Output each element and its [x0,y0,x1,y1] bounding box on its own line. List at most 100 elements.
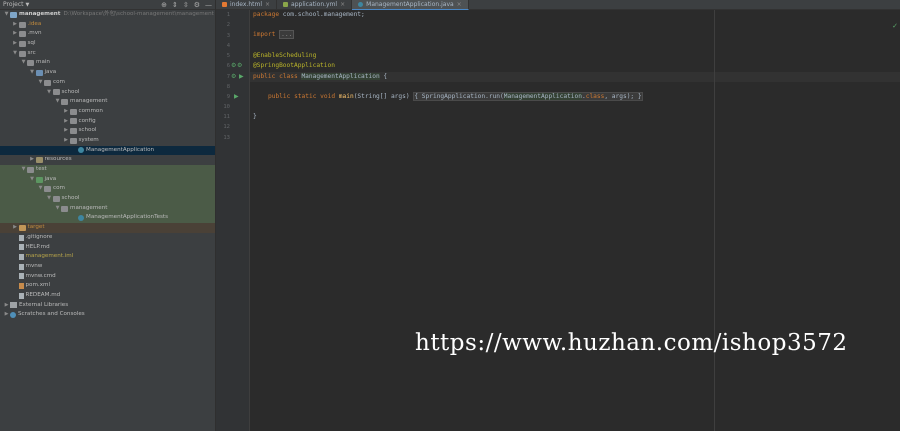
chevron-down-icon[interactable]: ▼ [37,78,44,88]
close-icon[interactable]: × [457,1,462,8]
tree-item[interactable]: ▼ java [0,174,215,185]
folder-icon [18,50,26,57]
folder-icon [18,40,26,47]
tree-item[interactable]: ▶ .idea [0,20,215,30]
hide-icon[interactable]: — [205,1,212,9]
tree-item[interactable]: ▶ External Libraries [0,301,215,311]
tree-item[interactable]: ▶ sql [0,39,215,49]
tree-item[interactable]: ManagementApplication [0,145,215,156]
expand-all-icon[interactable]: ⇕ [172,1,178,9]
package-icon [52,195,60,202]
tree-item-label: com [53,185,65,192]
spring-bean-icon[interactable]: ⚙ [231,72,236,82]
tree-item[interactable]: ▶ .mvn [0,29,215,39]
tree-item[interactable]: ▼ management D:\Workspace\外包\school-manage… [0,10,215,20]
chevron-right-icon[interactable]: ▶ [12,29,19,39]
tree-item[interactable]: ▶ config [0,117,215,127]
chevron-down-icon[interactable]: ▼ [12,49,19,59]
tree-item[interactable]: ManagementApplicationTests [0,213,215,224]
file-icon [18,234,24,241]
tree-item[interactable]: mvnw [0,262,215,272]
package-icon [44,186,51,193]
tree-item[interactable]: ▶ school [0,126,215,136]
tree-item[interactable]: .gitignore [0,233,215,243]
chevron-right-icon[interactable]: ▶ [12,39,19,49]
chevron-down-icon[interactable]: ▼ [3,10,10,20]
chevron-down-icon[interactable]: ▼ [20,165,27,175]
chevron-down-icon[interactable]: ▼ [54,204,61,214]
tree-item[interactable]: mvnw.cmd [0,272,215,282]
chevron-right-icon[interactable]: ▶ [29,155,36,165]
line-number: 2 [226,22,230,28]
tree-item[interactable]: pom.xml [0,281,215,291]
tree-item[interactable]: ▼ management [0,97,215,107]
tree-item[interactable]: HELP.md [0,243,215,253]
tree-item-label: Scratches and Consoles [18,311,85,318]
project-path: D:\Workspace\外包\school-management\manage… [63,11,214,17]
tree-item[interactable]: ▶ system [0,136,215,146]
project-tool-window: Project ▼ ⊕ ⇕ ⇳ ⚙ — ▼ management D:\Worksp… [0,0,216,431]
chevron-right-icon[interactable]: ▶ [3,301,10,311]
inspection-ok-icon[interactable]: ✓ [892,22,898,30]
tree-item[interactable]: ▼ school [0,88,215,98]
tab-management-application-java[interactable]: ManagementApplication.java × [352,0,469,10]
tree-item[interactable]: ▶ resources [0,155,215,165]
chevron-down-icon[interactable]: ▼ [29,175,36,185]
locate-icon[interactable]: ⊕ [161,1,167,9]
tab-application-yml[interactable]: application.yml × [277,0,353,9]
html-file-icon [222,2,227,7]
project-tree[interactable]: ▼ management D:\Workspace\外包\school-manage… [0,10,215,320]
tree-item[interactable]: ▼ main [0,58,215,68]
chevron-right-icon[interactable]: ▶ [12,20,19,30]
close-icon[interactable]: × [265,1,270,8]
tree-item-label: management [70,204,108,211]
tree-item[interactable]: ▶ common [0,107,215,117]
spring-config-icon[interactable]: ⚙ [237,61,242,71]
tree-item[interactable]: REDEAM.md [0,291,215,301]
tree-item[interactable]: ▼ com [0,78,215,88]
folded-imports[interactable]: ... [279,30,295,39]
tab-index-html[interactable]: index.html × [216,0,278,9]
line-number: 8 [226,84,230,90]
gear-icon[interactable]: ⚙ [194,1,200,9]
tree-item-label: .mvn [27,30,42,37]
chevron-right-icon[interactable]: ▶ [63,126,70,136]
line-number: 11 [223,114,230,120]
code-line-8: public class ManagementApplication { [253,73,388,80]
line-number: 10 [223,104,230,110]
chevron-right-icon[interactable]: ▶ [12,223,19,233]
source-folder-icon [35,69,43,76]
tree-item[interactable]: management.iml [0,252,215,262]
run-icon[interactable]: ▶ [239,72,244,82]
editor-gutter[interactable]: 1 2 3 4 5 6 7 8 9 10 11 12 13 ⚙ ⚙ ⚙ ▶ ▶ [216,10,250,431]
tree-item[interactable]: ▼ school [0,194,215,204]
tree-item[interactable]: ▶ target [0,223,215,233]
tab-label: index.html [230,1,262,8]
tree-item[interactable]: ▼ test [0,165,215,175]
tree-item[interactable]: ▼ java [0,68,215,78]
chevron-down-icon[interactable]: ▼ [37,184,44,194]
chevron-down-icon[interactable]: ▼ [46,88,53,98]
chevron-down-icon[interactable]: ▼ [20,58,27,68]
chevron-right-icon[interactable]: ▶ [63,107,70,117]
tree-item-label: resources [44,156,72,163]
tree-item[interactable]: ▼ management [0,203,215,214]
code-editor[interactable]: package com.school.management; import ..… [250,10,900,431]
tree-item[interactable]: ▶ Scratches and Consoles [0,310,215,320]
tree-item[interactable]: ▼ src [0,49,215,59]
chevron-down-icon[interactable]: ▼ [29,68,36,78]
dropdown-icon[interactable]: ▼ [26,2,30,8]
chevron-right-icon[interactable]: ▶ [63,117,70,127]
close-icon[interactable]: × [340,1,345,8]
spring-bean-icon[interactable]: ⚙ [231,61,236,71]
chevron-right-icon[interactable]: ▶ [3,310,10,320]
run-icon[interactable]: ▶ [234,92,239,102]
chevron-right-icon[interactable]: ▶ [63,136,70,146]
chevron-down-icon[interactable]: ▼ [46,194,53,204]
collapse-all-icon[interactable]: ⇳ [183,1,189,9]
tree-item[interactable]: ▼ com [0,184,215,195]
tree-item-label: management [70,98,108,105]
project-panel-title[interactable]: Project [3,1,24,8]
chevron-down-icon[interactable]: ▼ [54,97,61,107]
code-line-14: } [253,113,257,120]
